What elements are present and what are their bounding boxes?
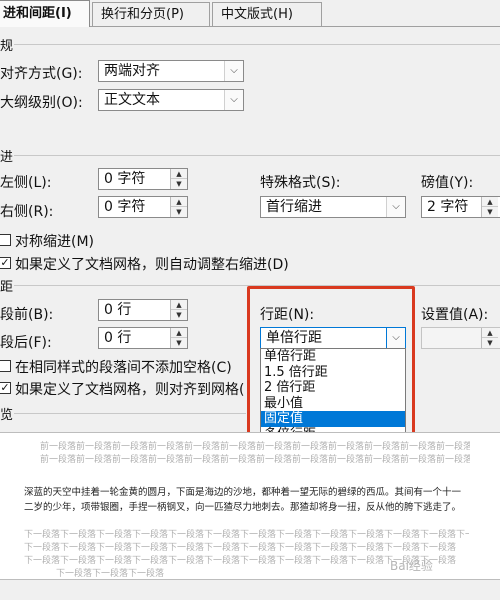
dropdown-option-exactly[interactable]: 固定值 bbox=[261, 411, 405, 427]
special-format-label: 特殊格式(S): bbox=[260, 175, 341, 191]
alignment-select[interactable]: 两端对齐 ⌵ bbox=[98, 60, 244, 82]
tab-asian-typography[interactable]: 中文版式(H) bbox=[212, 2, 322, 26]
space-after-value: 0 行 bbox=[104, 330, 132, 346]
tab-bar: 进和间距(I) 换行和分页(P) 中文版式(H) bbox=[0, 0, 500, 27]
dropdown-option-double[interactable]: 2 倍行距 bbox=[261, 380, 405, 396]
preview-next-line: 下一段落下一段落下一段落下一段落下一段落下一段落下一段落下一段落下一段落下一段落… bbox=[24, 543, 457, 553]
spin-up-icon[interactable]: ▲ bbox=[171, 169, 187, 179]
right-indent-value: 0 字符 bbox=[104, 199, 146, 215]
preview-pane: 前一段落前一段落前一段落前一段落前一段落前一段落前一段落前一段落前一段落前一段落… bbox=[0, 432, 500, 580]
preview-prev-line: 前一段落前一段落前一段落前一段落前一段落前一段落前一段落前一段落前一段落前一段落… bbox=[40, 455, 470, 465]
indentation-divider bbox=[14, 155, 500, 156]
outline-level-value: 正文文本 bbox=[104, 92, 160, 108]
right-indent-label: 右侧(R): bbox=[0, 204, 54, 220]
line-spacing-select[interactable]: 单倍行距 ⌵ bbox=[260, 327, 406, 349]
space-before-label: 段前(B): bbox=[0, 307, 54, 323]
alignment-label: 对齐方式(G): bbox=[0, 66, 83, 82]
left-indent-value: 0 字符 bbox=[104, 171, 146, 187]
spin-up-icon[interactable]: ▲ bbox=[171, 197, 187, 207]
spin-down-icon[interactable]: ▼ bbox=[482, 207, 498, 217]
preview-next-line: 下一段落下一段落下一段落下一段落下一段落下一段落下一段落下一段落下一段落下一段落… bbox=[24, 530, 469, 540]
preview-prev-line: 前一段落前一段落前一段落前一段落前一段落前一段落前一段落前一段落前一段落前一段落… bbox=[40, 442, 470, 452]
special-format-select[interactable]: 首行缩进 ⌵ bbox=[260, 196, 406, 218]
by-value-label: 磅值(Y): bbox=[421, 175, 474, 191]
left-indent-label: 左侧(L): bbox=[0, 175, 52, 191]
spin-up-icon[interactable]: ▲ bbox=[482, 328, 498, 338]
tab-line-page-breaks[interactable]: 换行和分页(P) bbox=[92, 2, 210, 26]
spin-up-icon[interactable]: ▲ bbox=[171, 328, 187, 338]
spin-up-icon[interactable]: ▲ bbox=[482, 197, 498, 207]
outline-level-label: 大纲级别(O): bbox=[0, 95, 83, 111]
spin-down-icon[interactable]: ▼ bbox=[171, 179, 187, 189]
dropdown-option-at-least[interactable]: 最小值 bbox=[261, 396, 405, 412]
mirror-indents-label: 对称缩进(M) bbox=[15, 234, 95, 250]
spacing-section-title: 距 bbox=[0, 280, 14, 295]
by-value-spinner[interactable]: 2 字符 ▲ ▼ bbox=[421, 196, 500, 218]
no-space-label: 在相同样式的段落间不添加空格(C) bbox=[15, 360, 232, 376]
preview-section-title: 览 bbox=[0, 408, 14, 423]
set-at-label: 设置值(A): bbox=[421, 307, 489, 323]
alignment-value: 两端对齐 bbox=[104, 63, 160, 79]
tab-label: 中文版式(H) bbox=[221, 7, 293, 22]
general-section-title: 规 bbox=[0, 39, 14, 54]
spin-down-icon[interactable]: ▼ bbox=[171, 310, 187, 320]
outline-level-select[interactable]: 正文文本 ⌵ bbox=[98, 89, 244, 111]
chevron-down-icon[interactable]: ⌵ bbox=[386, 197, 405, 217]
line-spacing-value: 单倍行距 bbox=[266, 330, 322, 346]
line-spacing-dropdown: 单倍行距 1.5 倍行距 2 倍行距 最小值 固定值 多倍行距 bbox=[260, 348, 406, 442]
set-at-spinner[interactable]: ▲ ▼ bbox=[421, 327, 500, 349]
dropdown-option-1-5[interactable]: 1.5 倍行距 bbox=[261, 365, 405, 381]
snap-grid-label: 如果定义了文档网格，则对齐到网格( bbox=[15, 382, 245, 398]
spin-down-icon[interactable]: ▼ bbox=[171, 207, 187, 217]
space-before-value: 0 行 bbox=[104, 302, 132, 318]
watermark-logo: Bai经验 bbox=[390, 559, 433, 573]
line-spacing-label: 行距(N): bbox=[260, 307, 315, 323]
dropdown-option-single[interactable]: 单倍行距 bbox=[261, 349, 405, 365]
chevron-down-icon[interactable]: ⌵ bbox=[224, 90, 243, 110]
spin-down-icon[interactable]: ▼ bbox=[171, 338, 187, 348]
spin-up-icon[interactable]: ▲ bbox=[171, 300, 187, 310]
space-before-spinner[interactable]: 0 行 ▲ ▼ bbox=[98, 299, 188, 321]
no-space-checkbox[interactable] bbox=[0, 360, 11, 372]
preview-next-line: 下一段落下一段落下一段落 bbox=[56, 569, 165, 579]
chevron-down-icon[interactable]: ⌵ bbox=[224, 61, 243, 81]
chevron-down-icon[interactable]: ⌵ bbox=[386, 328, 405, 348]
space-after-spinner[interactable]: 0 行 ▲ ▼ bbox=[98, 327, 188, 349]
space-after-label: 段后(F): bbox=[0, 335, 52, 351]
preview-divider bbox=[14, 413, 246, 414]
auto-adjust-label: 如果定义了文档网格，则自动调整右缩进(D) bbox=[15, 257, 289, 273]
preview-main-text: 深蓝的天空中挂着一轮金黄的圆月，下面是海边的沙地，都种着一望无际的碧绿的西瓜。其… bbox=[24, 487, 462, 513]
tab-indents-spacing[interactable]: 进和间距(I) bbox=[0, 0, 90, 27]
right-indent-spinner[interactable]: 0 字符 ▲ ▼ bbox=[98, 196, 188, 218]
tab-label: 进和间距(I) bbox=[3, 6, 72, 21]
auto-adjust-checkbox[interactable]: ✓ bbox=[0, 257, 11, 269]
mirror-indents-checkbox[interactable] bbox=[0, 234, 11, 246]
spin-down-icon[interactable]: ▼ bbox=[482, 338, 498, 348]
snap-grid-checkbox[interactable]: ✓ bbox=[0, 382, 11, 394]
general-divider bbox=[14, 44, 500, 45]
indentation-section-title: 进 bbox=[0, 150, 14, 165]
tab-label: 换行和分页(P) bbox=[101, 7, 184, 22]
special-format-value: 首行缩进 bbox=[266, 199, 322, 215]
by-value-value: 2 字符 bbox=[427, 199, 469, 215]
left-indent-spinner[interactable]: 0 字符 ▲ ▼ bbox=[98, 168, 188, 190]
